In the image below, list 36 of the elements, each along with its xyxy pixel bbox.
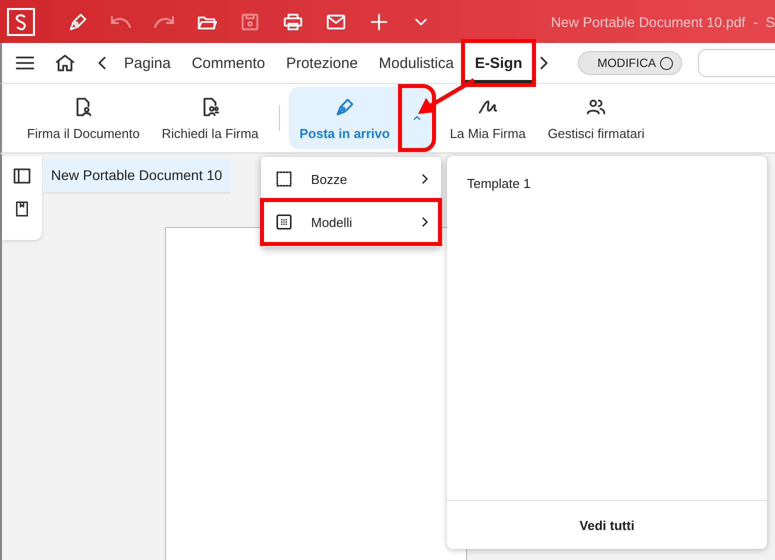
chevron-left-icon — [98, 56, 106, 70]
bookmark-button[interactable] — [13, 200, 31, 218]
pen-icon — [67, 10, 89, 32]
scroll-right-button[interactable] — [540, 56, 548, 70]
ribbon-button[interactable]: La Mia Firma — [438, 87, 537, 149]
ribbon-button[interactable]: Richiedi la Firma — [150, 87, 270, 149]
menu-item[interactable]: Modelli — [261, 199, 441, 245]
panel-toggle-button[interactable] — [12, 166, 32, 186]
ribbon-button[interactable]: Gestisci firmatari — [536, 87, 656, 149]
chevron-right-icon — [540, 56, 548, 70]
ribbon-tab[interactable]: Protezione — [276, 47, 368, 79]
dashed-square-icon — [275, 170, 293, 188]
template-item[interactable]: Template 1 — [467, 176, 747, 191]
pen-icon — [334, 96, 356, 118]
menu-item[interactable]: Bozze — [261, 159, 441, 199]
dropdown-button[interactable] — [400, 87, 433, 149]
home-button[interactable] — [54, 52, 76, 74]
app-logo-icon[interactable] — [7, 8, 35, 36]
dotted-grid-icon — [275, 213, 293, 231]
ribbon-tab[interactable]: Pagina — [114, 47, 181, 79]
ribbon-button[interactable]: Firma il Documento — [16, 87, 151, 149]
ribbon-button[interactable]: Posta in arrivo — [288, 87, 401, 149]
scroll-left-button[interactable] — [98, 56, 106, 70]
document-tab[interactable]: New Portable Document 10 — [43, 158, 231, 194]
redo-icon — [153, 15, 175, 28]
ribbon-tab[interactable]: Commento — [182, 47, 276, 79]
pen-tool-button[interactable] — [67, 10, 89, 32]
sidebar-icon — [12, 166, 32, 186]
see-all-link[interactable]: Vedi tutti — [580, 518, 634, 532]
home-icon — [54, 52, 76, 74]
window-title: New Portable Document 10.pdf - S — [550, 14, 775, 30]
search-field[interactable] — [698, 49, 775, 77]
ribbon-tab[interactable]: Modulistica — [368, 47, 464, 79]
bookmark-icon — [13, 200, 31, 218]
mode-toggle[interactable]: MODIFICA — [578, 51, 682, 75]
undo-icon — [110, 15, 132, 28]
